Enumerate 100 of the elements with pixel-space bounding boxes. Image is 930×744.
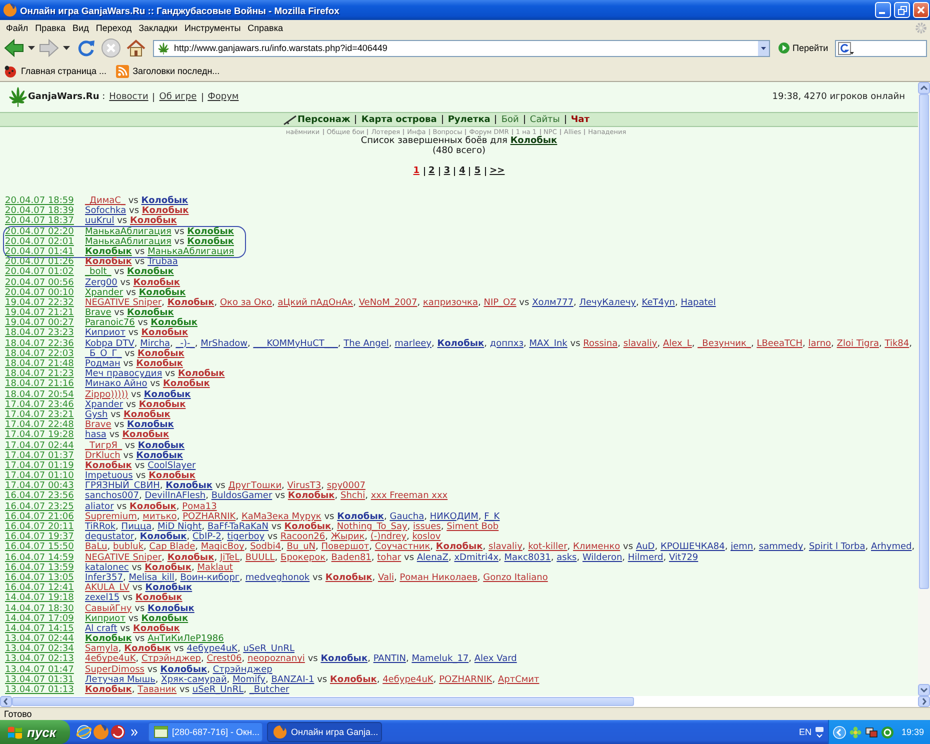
player-link[interactable]: Рома13 [182, 502, 217, 512]
player-link[interactable]: АнТиКиЛеР1986 [148, 634, 224, 644]
player-link[interactable]: Xpander [85, 288, 124, 298]
player-link[interactable]: Клименко [573, 542, 620, 552]
player-link[interactable]: Cap Blade [149, 542, 196, 552]
player-link[interactable]: Paranoic76 [85, 318, 135, 328]
taskbar-button[interactable]: Онлайн игра Ganja... [267, 722, 382, 742]
player-link[interactable]: slavaliy [623, 338, 658, 349]
battle-date-link[interactable]: 13.04.07 02:44 [5, 634, 85, 644]
restore-button[interactable] [894, 2, 910, 18]
battle-date-link[interactable]: 14.04.07 19:18 [5, 593, 85, 604]
back-icon[interactable] [3, 37, 25, 59]
player-link[interactable]: Соучастник [374, 542, 430, 552]
player-link[interactable]: F_K [484, 512, 500, 522]
player-link[interactable]: Колобык [144, 390, 191, 400]
player-link[interactable]: Око за Око [220, 298, 272, 308]
menu-item[interactable]: Файл [6, 22, 28, 32]
player-link[interactable]: АртСмит [498, 674, 540, 685]
player-link[interactable]: МанькаАблигация [85, 236, 172, 247]
ring-icon[interactable] [881, 726, 894, 738]
player-link[interactable]: Supremium [85, 512, 137, 522]
player-link[interactable]: MrShadow [200, 338, 248, 349]
player-link[interactable]: Колобык [135, 593, 182, 604]
player-link[interactable]: аЦкий пАдОнАк [278, 298, 354, 308]
player-link[interactable]: BuldosGamer [211, 491, 272, 502]
player-link[interactable]: Trubaa [148, 257, 178, 268]
scroll-right-icon[interactable] [918, 696, 930, 707]
player-link[interactable]: Колобык [337, 512, 384, 522]
battle-date-link[interactable]: 20.04.07 01:02 [5, 267, 85, 278]
battle-date-link[interactable]: 13.04.07 02:34 [5, 644, 85, 654]
player-link[interactable]: Melisa_kill [128, 572, 174, 583]
search-field[interactable] [835, 40, 927, 56]
player-link[interactable]: aliator [85, 502, 114, 512]
player-link[interactable]: Колобык [140, 532, 187, 542]
player-link[interactable]: капризочка [423, 298, 478, 308]
scrollbar-thumb[interactable] [12, 697, 634, 706]
player-link[interactable]: bubluk [113, 542, 144, 552]
player-link[interactable]: Колобык [130, 502, 176, 512]
nav-link[interactable]: Чат [570, 114, 590, 124]
home-icon[interactable] [126, 38, 146, 58]
browser-icon[interactable] [93, 724, 109, 740]
go-button[interactable]: Перейти [776, 42, 830, 54]
battle-date-link[interactable]: 18.04.07 22:03 [5, 348, 85, 360]
player-link[interactable]: митько [142, 512, 177, 522]
player-link[interactable]: xDmitri4x [454, 552, 499, 563]
caret-icon[interactable] [758, 40, 769, 56]
player-link[interactable]: ГРЯЗНЫЙ_СВИН [85, 481, 160, 492]
battle-date-link[interactable]: 14.04.07 14:15 [5, 624, 85, 634]
player-link[interactable]: Колобык [141, 328, 188, 338]
player-link[interactable]: МанькаАблигация [85, 226, 172, 237]
battle-date-link[interactable]: 16.04.07 12:41 [5, 583, 85, 594]
player-link[interactable]: PANTIN [373, 654, 406, 664]
player-link[interactable]: Gaucha [390, 512, 424, 522]
player-link[interactable]: _Butcher [249, 685, 290, 695]
player-link[interactable]: ЛечуКалечу [579, 298, 636, 308]
menu-item[interactable]: Переход [96, 22, 132, 32]
address-field[interactable]: http://www.ganjawars.ru/info.warstats.php?id=406449 [153, 40, 770, 56]
player-link[interactable]: LBeeaTCH [756, 338, 803, 349]
player-link[interactable]: sammedy [758, 542, 804, 552]
player-link[interactable]: Колобык [136, 359, 183, 369]
player-link[interactable]: Samyla [85, 644, 118, 654]
player-link[interactable]: Колобык [144, 562, 192, 573]
battle-date-link[interactable]: 16.04.07 15:50 [5, 542, 85, 553]
player-link[interactable]: VirusT3 [287, 481, 322, 492]
player-link[interactable]: _Б_О_Г_ [85, 348, 122, 359]
player-link[interactable]: Колобык [85, 257, 132, 268]
player-link[interactable]: VeNoM_2007 [358, 298, 418, 308]
player-link[interactable]: Колобык [166, 481, 212, 492]
player-link[interactable]: uSeR_UnRL [243, 644, 294, 654]
battle-date-link[interactable]: 16.04.07 14:59 [5, 552, 85, 563]
player-link[interactable]: issues [413, 522, 441, 532]
player-link[interactable]: SuperDimoss [85, 664, 144, 675]
nav-link[interactable]: Бой [501, 114, 519, 124]
player-link[interactable]: _Везунчик_ [698, 338, 751, 349]
player-link[interactable]: Колобык [145, 583, 192, 594]
player-link[interactable]: МанькаАблигация [148, 246, 234, 257]
player-link[interactable]: Колобык [136, 450, 184, 461]
player-link[interactable]: Холм777 [532, 298, 574, 308]
battle-date-link[interactable]: 17.04.07 00:43 [5, 481, 85, 492]
player-link[interactable]: Меч правосудия [85, 369, 162, 380]
player-link[interactable]: КРОШЕЧКА84 [660, 542, 725, 552]
bookmark-item[interactable]: Главная страница ... [4, 64, 107, 78]
player-link[interactable]: Колобык [138, 440, 185, 450]
player-link[interactable]: DrKluch [85, 450, 120, 461]
player-link[interactable]: Hilmerd [628, 552, 664, 563]
scroll-up-icon[interactable] [918, 82, 930, 94]
player-link[interactable]: Shchi [340, 491, 366, 502]
player-link[interactable]: Колобык [148, 471, 196, 482]
player-link[interactable]: 4ебуре4uK [382, 674, 434, 685]
player-link[interactable]: Жырик [330, 532, 365, 542]
player-link[interactable]: Rossina [583, 338, 618, 349]
scroll-down-icon[interactable] [918, 684, 930, 696]
player-link[interactable]: Колобык [167, 298, 214, 308]
player-link[interactable]: Колобык [160, 664, 208, 675]
player-link[interactable]: Киприот [85, 328, 126, 338]
player-link[interactable]: доппхз [490, 338, 524, 349]
player-link[interactable]: Spirit l Torba [808, 542, 866, 552]
player-link[interactable]: The Angel [344, 338, 389, 349]
player-link[interactable]: Колобык [330, 674, 377, 685]
language-indicator[interactable]: EN [798, 727, 812, 737]
